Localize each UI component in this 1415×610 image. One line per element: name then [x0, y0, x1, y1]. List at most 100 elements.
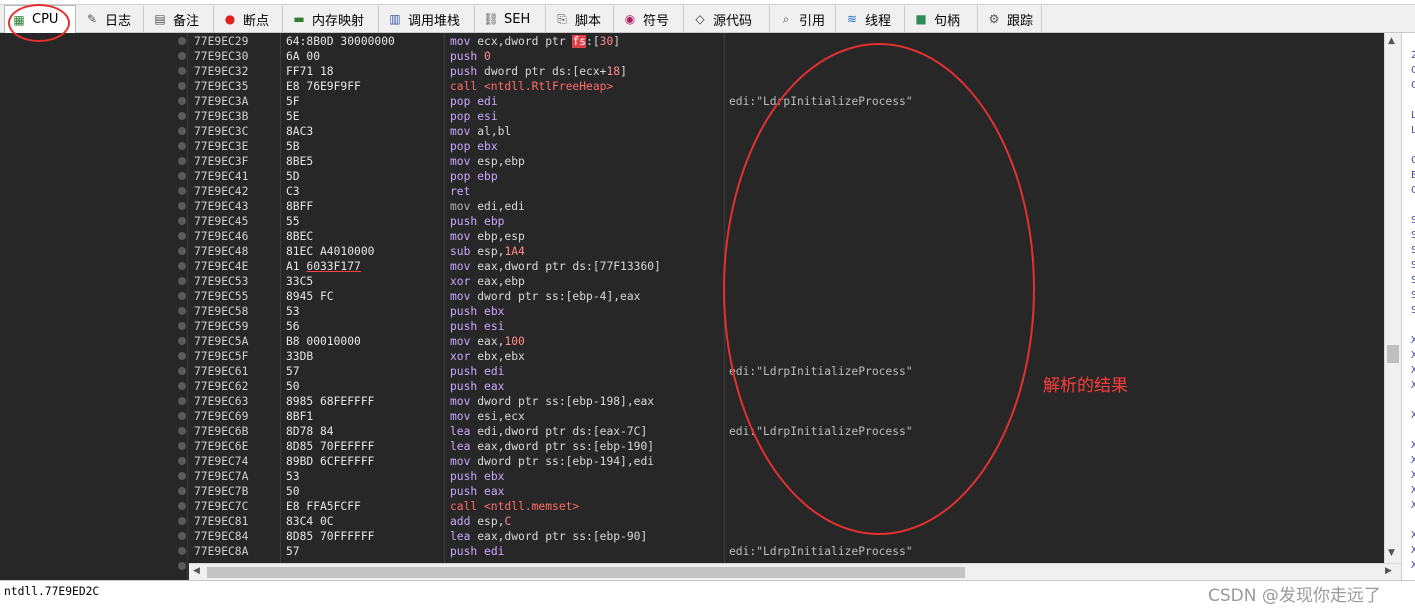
breakpoint-dot-icon[interactable]	[178, 382, 186, 390]
breakpoint-dot-icon[interactable]	[178, 562, 186, 570]
disasm-row[interactable]: 77E9EC3F 8BE5 mov esp,ebp	[189, 154, 1384, 169]
disasm-row[interactable]: 77E9EC3B 5E pop esi	[189, 109, 1384, 124]
disassembly-view[interactable]: 77E9EC29 64:8B0D 30000000 mov ecx,dword pt…	[189, 33, 1384, 563]
disasm-row[interactable]: 77E9EC32 FF71 18 push dword ptr ds:[ecx+18…	[189, 64, 1384, 79]
disasm-row[interactable]: 77E9EC4E A1 6033F177 mov eax,dword ptr ds:…	[189, 259, 1384, 274]
disasm-row[interactable]: 77E9EC30 6A 00 push 0	[189, 49, 1384, 64]
address: 77E9EC45	[194, 215, 249, 228]
breakpoint-gutter[interactable]	[176, 33, 188, 580]
disasm-row[interactable]: 77E9EC58 53 push ebx	[189, 304, 1384, 319]
register-fragment: X	[1411, 440, 1415, 451]
disasm-row[interactable]: 77E9EC45 55 push ebp	[189, 214, 1384, 229]
tab-handles[interactable]: ■ 句柄	[907, 6, 978, 32]
disasm-row[interactable]: 77E9EC74 89BD 6CFEFFFF mov dword ptr ss:[e…	[189, 454, 1384, 469]
breakpoint-dot-icon[interactable]	[178, 202, 186, 210]
breakpoint-dot-icon[interactable]	[178, 247, 186, 255]
breakpoint-dot-icon[interactable]	[178, 82, 186, 90]
horizontal-scrollbar[interactable]: ◀ ▶	[189, 563, 1401, 580]
tab-log[interactable]: ✎ 日志	[78, 6, 144, 32]
disasm-row[interactable]: 77E9EC6B 8D78 84 lea edi,dword ptr ds:[eax…	[189, 424, 1384, 439]
breakpoint-dot-icon[interactable]	[178, 427, 186, 435]
breakpoint-dot-icon[interactable]	[178, 172, 186, 180]
breakpoint-dot-icon[interactable]	[178, 442, 186, 450]
disasm-row[interactable]: 77E9EC3C 8AC3 mov al,bl	[189, 124, 1384, 139]
disasm-row[interactable]: 77E9EC84 8D85 70FFFFFF lea eax,dword ptr s…	[189, 529, 1384, 544]
tab-source-code[interactable]: ◇ 源代码	[686, 6, 770, 32]
disasm-row[interactable]: 77E9EC3A 5F pop edi edi:"LdrpInitializeProc…	[189, 94, 1384, 109]
disasm-row[interactable]: 77E9EC59 56 push esi	[189, 319, 1384, 334]
breakpoint-dot-icon[interactable]	[178, 142, 186, 150]
disasm-row[interactable]: 77E9EC3E 5B pop ebx	[189, 139, 1384, 154]
tab-references[interactable]: ⌕ 引用	[772, 6, 836, 32]
breakpoint-dot-icon[interactable]	[178, 127, 186, 135]
disasm-row[interactable]: 77E9EC48 81EC A4010000 sub esp,1A4	[189, 244, 1384, 259]
breakpoint-dot-icon[interactable]	[178, 307, 186, 315]
breakpoint-dot-icon[interactable]	[178, 157, 186, 165]
tab-script[interactable]: ⎘ 脚本	[548, 6, 614, 32]
breakpoint-dot-icon[interactable]	[178, 337, 186, 345]
breakpoint-dot-icon[interactable]	[178, 502, 186, 510]
notes-icon: ▤	[154, 12, 166, 26]
tab-breakpoint[interactable]: ● 断点	[216, 6, 283, 32]
breakpoint-dot-icon[interactable]	[178, 322, 186, 330]
scroll-left-icon[interactable]: ◀	[193, 566, 200, 576]
scroll-down-icon[interactable]: ▼	[1388, 548, 1395, 558]
disasm-row[interactable]: 77E9EC5F 33DB xor ebx,ebx	[189, 349, 1384, 364]
disasm-row[interactable]: 77E9EC7C E8 FFA5FCFF call <ntdll.memset>	[189, 499, 1384, 514]
disasm-row[interactable]: 77E9EC7A 53 push ebx	[189, 469, 1384, 484]
tab-call-stack[interactable]: ▥ 调用堆栈	[381, 6, 475, 32]
disasm-row[interactable]: 77E9EC53 33C5 xor eax,ebp	[189, 274, 1384, 289]
scroll-up-icon[interactable]: ▲	[1388, 36, 1395, 46]
tab-cpu[interactable]: ▦ CPU	[4, 5, 76, 33]
breakpoint-dot-icon[interactable]	[178, 262, 186, 270]
disasm-row[interactable]: 77E9EC35 E8 76E9F9FF call <ntdll.RtlFreeHe…	[189, 79, 1384, 94]
scroll-right-icon[interactable]: ▶	[1385, 566, 1392, 576]
vertical-scrollbar[interactable]: ▲ ▼	[1384, 33, 1401, 563]
breakpoint-dot-icon[interactable]	[178, 457, 186, 465]
breakpoint-dot-icon[interactable]	[178, 187, 186, 195]
disasm-row[interactable]: 77E9EC61 57 push edi edi:"LdrpInitializePro…	[189, 364, 1384, 379]
breakpoint-dot-icon[interactable]	[178, 532, 186, 540]
disasm-row[interactable]: 77E9EC81 83C4 0C add esp,C	[189, 514, 1384, 529]
disasm-row[interactable]: 77E9EC41 5D pop ebp	[189, 169, 1384, 184]
breakpoint-dot-icon[interactable]	[178, 217, 186, 225]
tab-symbols[interactable]: ◉ 符号	[616, 6, 684, 32]
tab-threads[interactable]: ≋ 线程	[838, 6, 905, 32]
breakpoint-dot-icon[interactable]	[178, 277, 186, 285]
tab-seh[interactable]: ⛓ SEH	[477, 6, 546, 32]
disasm-row[interactable]: 77E9EC6E 8D85 70FEFFFF lea eax,dword ptr s…	[189, 439, 1384, 454]
disasm-row[interactable]: 77E9EC7B 50 push eax	[189, 484, 1384, 499]
scroll-thumb[interactable]	[1387, 345, 1399, 363]
breakpoint-dot-icon[interactable]	[178, 352, 186, 360]
tab-memory-map[interactable]: ▬ 内存映射	[285, 6, 379, 32]
breakpoint-dot-icon[interactable]	[178, 517, 186, 525]
disasm-row[interactable]: 77E9EC46 8BEC mov ebp,esp	[189, 229, 1384, 244]
instruction: push dword ptr ds:[ecx+18]	[450, 65, 627, 78]
breakpoint-dot-icon[interactable]	[178, 487, 186, 495]
disasm-row[interactable]: 77E9EC42 C3 ret	[189, 184, 1384, 199]
breakpoint-dot-icon[interactable]	[178, 367, 186, 375]
breakpoint-dot-icon[interactable]	[178, 112, 186, 120]
breakpoint-dot-icon[interactable]	[178, 547, 186, 555]
disasm-row[interactable]: 77E9EC8A 57 push edi edi:"LdrpInitializePro…	[189, 544, 1384, 559]
breakpoint-dot-icon[interactable]	[178, 37, 186, 45]
disasm-row[interactable]: 77E9EC29 64:8B0D 30000000 mov ecx,dword pt…	[189, 34, 1384, 49]
breakpoint-dot-icon[interactable]	[178, 52, 186, 60]
breakpoint-dot-icon[interactable]	[178, 97, 186, 105]
disasm-row[interactable]: 77E9EC55 8945 FC mov dword ptr ss:[ebp-4],…	[189, 289, 1384, 304]
breakpoint-dot-icon[interactable]	[178, 412, 186, 420]
disasm-row[interactable]: 77E9EC62 50 push eax	[189, 379, 1384, 394]
breakpoint-dot-icon[interactable]	[178, 292, 186, 300]
breakpoint-dot-icon[interactable]	[178, 232, 186, 240]
breakpoint-dot-icon[interactable]	[178, 397, 186, 405]
disasm-row[interactable]: 77E9EC43 8BFF mov edi,edi	[189, 199, 1384, 214]
disasm-row[interactable]: 77E9EC63 8985 68FEFFFF mov dword ptr ss:[e…	[189, 394, 1384, 409]
tab-trace[interactable]: ⚙ 跟踪	[980, 6, 1042, 32]
disasm-row[interactable]: 77E9EC69 8BF1 mov esi,ecx	[189, 409, 1384, 424]
breakpoint-dot-icon[interactable]	[178, 472, 186, 480]
breakpoint-dot-icon[interactable]	[178, 67, 186, 75]
instruction: mov ebp,esp	[450, 230, 525, 243]
hscroll-thumb[interactable]	[207, 567, 965, 578]
tab-notes[interactable]: ▤ 备注	[146, 6, 214, 32]
disasm-row[interactable]: 77E9EC5A B8 00010000 mov eax,100	[189, 334, 1384, 349]
